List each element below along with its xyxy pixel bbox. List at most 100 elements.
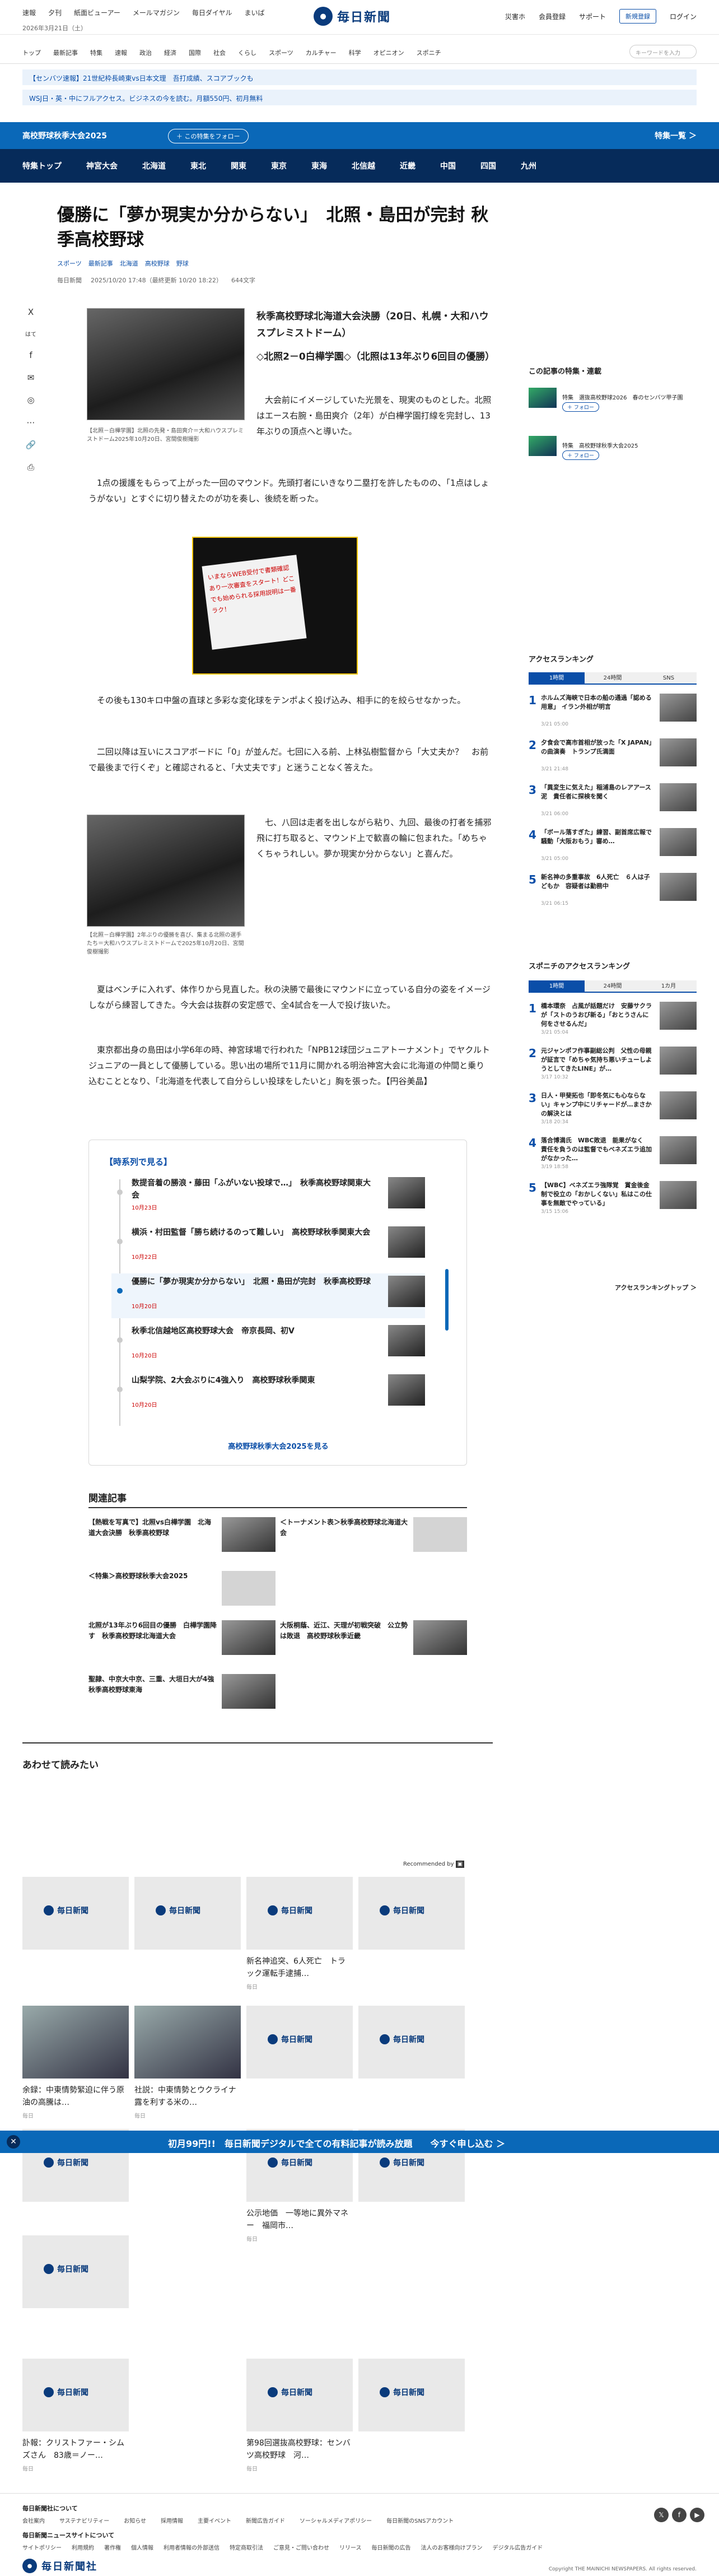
category-item[interactable]: 経済 bbox=[164, 48, 176, 57]
footer-link[interactable]: デジタル広告ガイド bbox=[493, 2543, 543, 2551]
category-item[interactable]: スポーツ bbox=[269, 48, 293, 57]
footer-link[interactable]: リリース bbox=[339, 2543, 362, 2551]
x-share-icon[interactable]: X bbox=[28, 307, 34, 317]
tab-region[interactable]: 四国 bbox=[480, 160, 496, 171]
sidebar-follow-item[interactable]: 特集 高校野球秋季大会2025 ＋ フォロー bbox=[529, 435, 697, 460]
recommendation-card[interactable]: 毎日新聞 bbox=[22, 1877, 129, 1950]
header-link[interactable]: まいば bbox=[245, 8, 265, 17]
related-item[interactable]: 大阪桐蔭、近江、天理が初戦突破 公立勢は敗退 高校野球秋季近畿 bbox=[280, 1620, 467, 1659]
category-item[interactable]: 特集 bbox=[90, 48, 102, 57]
ranking-item[interactable]: 4 「ボール落すぎた」練習、副首席広報で騒動「大阪おもう」審め… 3/21 05:0… bbox=[529, 828, 697, 862]
search-input[interactable]: キーワードを入力 bbox=[629, 45, 697, 58]
category-item[interactable]: 速報 bbox=[115, 48, 127, 57]
category-item[interactable]: 社会 bbox=[213, 48, 226, 57]
recommendation-card[interactable]: 毎日新聞 第98回選抜高校野球：センバツ高校野球 河… 毎日 bbox=[246, 2359, 353, 2472]
category-item[interactable]: 最新記事 bbox=[53, 48, 78, 57]
footer-link[interactable]: 利用規約 bbox=[72, 2543, 94, 2551]
header-right-link[interactable]: 災害ホ bbox=[505, 12, 525, 21]
line-share-icon[interactable]: ◎ bbox=[27, 395, 34, 405]
footer-link[interactable]: 法人のお客様向けプラン bbox=[421, 2543, 483, 2551]
recommendation-card[interactable]: 社説：中東情勢とウクライナ 露を利する米の… 毎日 bbox=[134, 2006, 244, 2119]
promo-link[interactable]: 【センバツ速報】21世紀枠長崎東vs日本文理 吾打成績、スコアブックも bbox=[22, 69, 697, 85]
category-item[interactable]: トップ bbox=[22, 48, 41, 57]
header-right-link[interactable]: サポート bbox=[579, 12, 606, 21]
ranking-item[interactable]: 4 落合博満氏 WBC敗退 能果がなく 責任を負うのは監督でもベネズエラ追加がなか… bbox=[529, 1136, 697, 1170]
login-button[interactable]: ログイン bbox=[670, 12, 697, 21]
article-photo-team[interactable] bbox=[87, 815, 245, 927]
category-item[interactable]: スポニチ bbox=[417, 48, 441, 57]
series-follow-button[interactable]: ＋ この特集をフォロー bbox=[168, 129, 249, 143]
advertisement[interactable]: いまならWEB受付で書類確認あり一次審査をスタート！どこでも始められる採用説明は… bbox=[192, 537, 358, 675]
header-link[interactable]: 夕刊 bbox=[48, 8, 62, 17]
category-item[interactable]: 国際 bbox=[189, 48, 201, 57]
recommendation-card[interactable]: 毎日新聞 新名神追突、6人死亡 トラック運転手逮捕… 毎日 bbox=[246, 1877, 353, 1991]
article-photo-pitcher[interactable] bbox=[87, 308, 245, 420]
timeline-scrollbar[interactable] bbox=[445, 1269, 449, 1331]
youtube-social-icon[interactable]: ▶ bbox=[690, 2508, 704, 2522]
tab-region[interactable]: 東海 bbox=[311, 160, 327, 171]
ranking-item[interactable]: 5 【WBC】ベネズエラ強隊覚 賞金後金制で役立の「おかしくない」私はこの仕事を無… bbox=[529, 1181, 697, 1215]
tag-link[interactable]: スポーツ bbox=[57, 259, 82, 268]
sponichi-tab[interactable]: 1時間 bbox=[529, 980, 585, 992]
sponichi-tab[interactable]: 1カ月 bbox=[641, 980, 697, 992]
recommendation-card[interactable]: 毎日新聞 訃報：クリストファー・シムズさん 83歳＝ノー… 毎日 bbox=[22, 2359, 129, 2472]
tag-link[interactable]: 野球 bbox=[176, 259, 189, 268]
ranking-tab[interactable]: 24時間 bbox=[585, 672, 641, 683]
mail-share-icon[interactable]: ✉ bbox=[27, 373, 35, 383]
tab-region[interactable]: 近畿 bbox=[400, 160, 415, 171]
series-more-link[interactable]: 高校野球秋季大会2025を見る bbox=[89, 1440, 468, 1451]
footer-link[interactable]: サステナビリティー bbox=[59, 2516, 109, 2524]
print-icon[interactable]: ⎙ bbox=[27, 462, 34, 472]
x-social-icon[interactable]: 𝕏 bbox=[654, 2508, 669, 2522]
more-share-icon[interactable]: ⋯ bbox=[27, 417, 35, 427]
recommendation-card[interactable]: 毎日新聞 bbox=[358, 1877, 465, 1950]
recommendation-card[interactable]: 毎日新聞 bbox=[358, 2359, 465, 2431]
link-copy-icon[interactable]: 🔗 bbox=[26, 440, 36, 450]
close-icon[interactable]: ✕ bbox=[7, 2135, 20, 2149]
header-link[interactable]: メールマガジン bbox=[133, 8, 180, 17]
footer-link[interactable]: 新聞広告ガイド bbox=[246, 2516, 285, 2524]
header-right-link[interactable]: 会員登録 bbox=[539, 12, 566, 21]
header-link[interactable]: 毎日ダイヤル bbox=[192, 8, 232, 17]
ranking-item[interactable]: 5 新名神の多重事故 6人死亡 ６人は子どもか 容疑者は勤務中 3/21 06:15 bbox=[529, 873, 697, 906]
header-link[interactable]: 紙面ビューアー bbox=[74, 8, 120, 17]
related-item[interactable]: 北照が13年ぶり6回目の優勝 白樺学園降す 秋季高校野球北海道大会 bbox=[88, 1620, 276, 1659]
recommendation-card[interactable]: 毎日新聞 bbox=[358, 2006, 465, 2079]
ranking-tab[interactable]: SNS bbox=[641, 672, 697, 683]
follow-button[interactable]: ＋ フォロー bbox=[562, 450, 599, 460]
category-item[interactable]: カルチャー bbox=[306, 48, 337, 57]
facebook-share-icon[interactable]: f bbox=[29, 350, 32, 360]
footer-link[interactable]: 採用情報 bbox=[161, 2516, 183, 2524]
tab-region[interactable]: 東京 bbox=[271, 160, 287, 171]
footer-link[interactable]: 毎日新聞の広告 bbox=[372, 2543, 411, 2551]
timeline-item-current[interactable]: 優勝に「夢か現実か分からない」 北照・島田が完封 秋季高校野球 10月20日 bbox=[111, 1273, 425, 1318]
footer-link[interactable]: ソーシャルメディアポリシー bbox=[300, 2516, 372, 2524]
ranking-item[interactable]: 2 元ジャンポフ作事副総公判 父性の母親が証言で「めちゃ気持ち悪いチューしようとし… bbox=[529, 1047, 697, 1080]
timeline-item[interactable]: 山梨学院、2大会ぶりに4強入り 高校野球秋季関東 10月20日 bbox=[111, 1372, 425, 1417]
tag-link[interactable]: 最新記事 bbox=[88, 259, 113, 268]
related-item[interactable]: ＜特集＞高校野球秋季大会2025 bbox=[88, 1571, 276, 1610]
category-item[interactable]: くらし bbox=[238, 48, 256, 57]
footer-link[interactable]: 毎日新聞のSNSアカウント bbox=[386, 2516, 454, 2524]
follow-button[interactable]: ＋ フォロー bbox=[562, 402, 599, 412]
recommendation-card[interactable]: 毎日新聞 bbox=[134, 1877, 241, 1950]
footer-link[interactable]: お知らせ bbox=[124, 2516, 146, 2524]
ranking-tab[interactable]: 1時間 bbox=[529, 672, 585, 683]
tab-region[interactable]: 関東 bbox=[231, 160, 246, 171]
subscription-banner[interactable]: ✕ 初月99円!! 毎日新聞デジタルで全ての有料記事が読み放題 今すぐ申し込む … bbox=[0, 2131, 719, 2153]
header-link[interactable]: 速報 bbox=[22, 8, 36, 17]
footer-link[interactable]: 特定商取引法 bbox=[230, 2543, 263, 2551]
register-button[interactable]: 新規登録 bbox=[619, 9, 656, 24]
related-item[interactable]: ＜トーナメント表＞秋季高校野球北海道大会 bbox=[280, 1517, 467, 1556]
tag-link[interactable]: 北海道 bbox=[120, 259, 138, 268]
sidebar-follow-item[interactable]: 特集 選抜高校野球2026 春のセンバツ甲子園 ＋ フォロー bbox=[529, 387, 697, 412]
tag-link[interactable]: 高校野球 bbox=[145, 259, 170, 268]
sponichi-tab[interactable]: 24時間 bbox=[585, 980, 641, 992]
facebook-social-icon[interactable]: f bbox=[672, 2508, 687, 2522]
ranking-item[interactable]: 2 夕食会で高市首相が放った「X JAPAN」の曲演奏 トランプ氏満面 3/21 2… bbox=[529, 738, 697, 772]
tab-region[interactable]: 東北 bbox=[190, 160, 206, 171]
recommendation-card[interactable]: 余録：中東情勢緊迫に伴う原油の高騰は… 毎日 bbox=[22, 2006, 129, 2119]
related-item[interactable]: 【熱戦を写真で】北照vs白樺学園 北海道大会決勝 秋季高校野球 bbox=[88, 1517, 276, 1556]
timeline-item[interactable]: 数提音着の勝浪・藤田「ふがいない投球で…」 秋季高校野球関東大会 10月23日 bbox=[111, 1175, 425, 1220]
category-item[interactable]: 政治 bbox=[139, 48, 152, 57]
